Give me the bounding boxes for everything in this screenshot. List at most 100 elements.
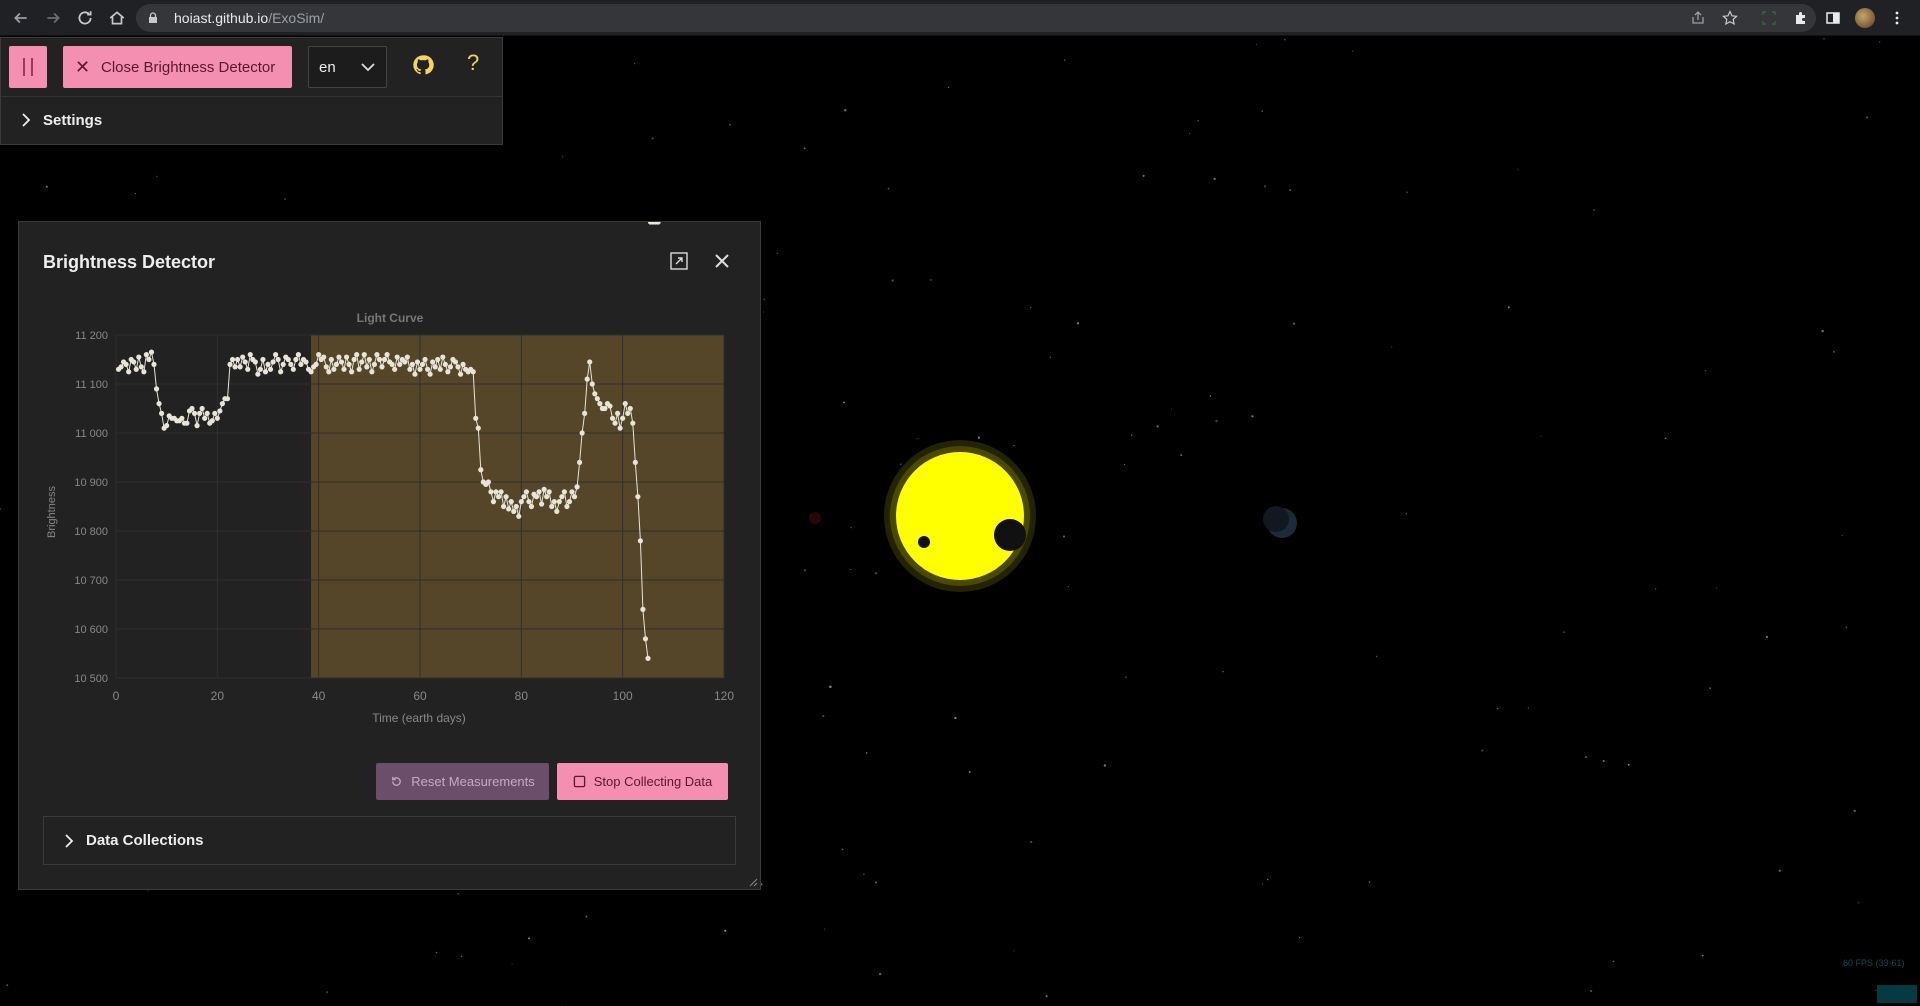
data-point bbox=[209, 418, 215, 424]
star-dot bbox=[1701, 954, 1704, 957]
home-icon[interactable] bbox=[102, 0, 132, 36]
settings-toggle[interactable]: Settings bbox=[1, 96, 502, 144]
pause-button[interactable] bbox=[9, 46, 47, 88]
star-dot bbox=[1284, 39, 1286, 41]
data-point bbox=[392, 366, 398, 372]
data-point bbox=[402, 359, 408, 365]
data-point bbox=[582, 410, 588, 416]
data-point bbox=[270, 359, 276, 365]
data-point bbox=[566, 499, 573, 505]
chevron-right-icon bbox=[22, 113, 31, 127]
data-point bbox=[511, 508, 517, 514]
star-dot bbox=[1261, 110, 1264, 113]
star-dot bbox=[1765, 635, 1769, 639]
data-point bbox=[202, 415, 208, 421]
x-tick-label: 120 bbox=[714, 689, 734, 703]
bookmark-star-icon[interactable] bbox=[1718, 6, 1742, 30]
profile-avatar[interactable] bbox=[1853, 6, 1877, 30]
planet-blue bbox=[1263, 506, 1297, 538]
star-dot bbox=[1180, 454, 1183, 456]
y-tick-label: 11 000 bbox=[75, 428, 108, 440]
y-tick-label: 11 100 bbox=[75, 379, 108, 391]
star-dot bbox=[1833, 351, 1835, 353]
data-point bbox=[351, 356, 357, 363]
star-dot bbox=[1879, 41, 1881, 43]
data-point bbox=[473, 415, 479, 421]
language-value: en bbox=[319, 58, 336, 76]
star-dot bbox=[850, 568, 852, 571]
data-point bbox=[273, 352, 279, 358]
data-point bbox=[313, 361, 319, 367]
star-dot bbox=[1853, 809, 1856, 813]
star-dot bbox=[1103, 764, 1107, 767]
data-point bbox=[513, 503, 519, 510]
data-point bbox=[298, 361, 304, 367]
data-collections-toggle[interactable]: Data Collections bbox=[43, 816, 736, 865]
data-point bbox=[551, 499, 557, 505]
data-point bbox=[354, 352, 360, 358]
data-point bbox=[331, 366, 337, 372]
screenshot-icon[interactable] bbox=[1757, 6, 1781, 30]
data-point bbox=[131, 359, 137, 365]
star-dot bbox=[1013, 950, 1015, 952]
data-point bbox=[333, 361, 339, 367]
data-point bbox=[359, 359, 365, 365]
star-dot bbox=[1589, 989, 1593, 993]
side-panel-icon[interactable] bbox=[1821, 6, 1845, 30]
star-dot bbox=[1375, 655, 1378, 658]
url-path: /ExoSim/ bbox=[268, 10, 325, 26]
data-collections-label: Data Collections bbox=[86, 832, 204, 849]
star-dot bbox=[891, 279, 894, 282]
forward-icon[interactable] bbox=[38, 0, 68, 36]
star-dot bbox=[1841, 534, 1843, 537]
data-point bbox=[328, 356, 334, 363]
address-bar[interactable]: hoiast.github.io/ExoSim/ bbox=[136, 4, 1816, 32]
reset-measurements-button[interactable]: Reset Measurements bbox=[376, 763, 549, 800]
data-point bbox=[366, 356, 372, 363]
star-dot bbox=[1251, 415, 1254, 418]
github-icon[interactable] bbox=[412, 54, 434, 76]
close-brightness-detector-button[interactable]: ✕ Close Brightness Detector bbox=[63, 46, 292, 88]
help-icon[interactable]: ? bbox=[467, 50, 479, 76]
star-dot bbox=[1298, 936, 1301, 939]
resize-handle[interactable] bbox=[748, 877, 758, 887]
chevron-down-icon bbox=[361, 63, 375, 72]
data-point bbox=[407, 366, 413, 372]
data-point bbox=[123, 361, 129, 367]
star-dot bbox=[1289, 189, 1292, 192]
data-point bbox=[242, 359, 248, 365]
y-tick-label: 10 700 bbox=[74, 575, 108, 587]
star-dot bbox=[1030, 840, 1033, 844]
star-dot bbox=[842, 401, 845, 404]
back-icon[interactable] bbox=[6, 0, 36, 36]
close-icon: ✕ bbox=[75, 56, 91, 77]
share-icon[interactable] bbox=[1686, 6, 1710, 30]
data-point bbox=[404, 354, 410, 360]
extensions-icon[interactable] bbox=[1789, 6, 1813, 30]
data-point bbox=[237, 364, 243, 370]
data-point bbox=[615, 410, 621, 416]
stop-collecting-data-button[interactable]: Stop Collecting Data bbox=[557, 763, 728, 800]
data-point bbox=[156, 401, 162, 407]
star-dot bbox=[1865, 116, 1869, 119]
data-point bbox=[427, 371, 433, 377]
star-dot bbox=[1481, 749, 1484, 752]
data-point bbox=[559, 494, 565, 500]
star-dot bbox=[1823, 38, 1825, 40]
data-point bbox=[577, 459, 583, 465]
menu-icon[interactable] bbox=[1885, 6, 1909, 30]
star-dot bbox=[862, 873, 865, 875]
data-point bbox=[316, 352, 322, 358]
data-point bbox=[265, 361, 271, 367]
star-dot bbox=[1845, 626, 1848, 629]
data-point bbox=[556, 499, 562, 505]
data-point bbox=[240, 354, 246, 360]
reload-icon[interactable] bbox=[70, 0, 100, 36]
star-dot bbox=[1063, 59, 1066, 62]
star-dot bbox=[1209, 395, 1212, 397]
language-select[interactable]: en bbox=[308, 46, 387, 88]
star-dot bbox=[461, 955, 463, 957]
data-point bbox=[285, 356, 291, 363]
data-point bbox=[245, 366, 251, 372]
star-dot bbox=[527, 937, 531, 940]
